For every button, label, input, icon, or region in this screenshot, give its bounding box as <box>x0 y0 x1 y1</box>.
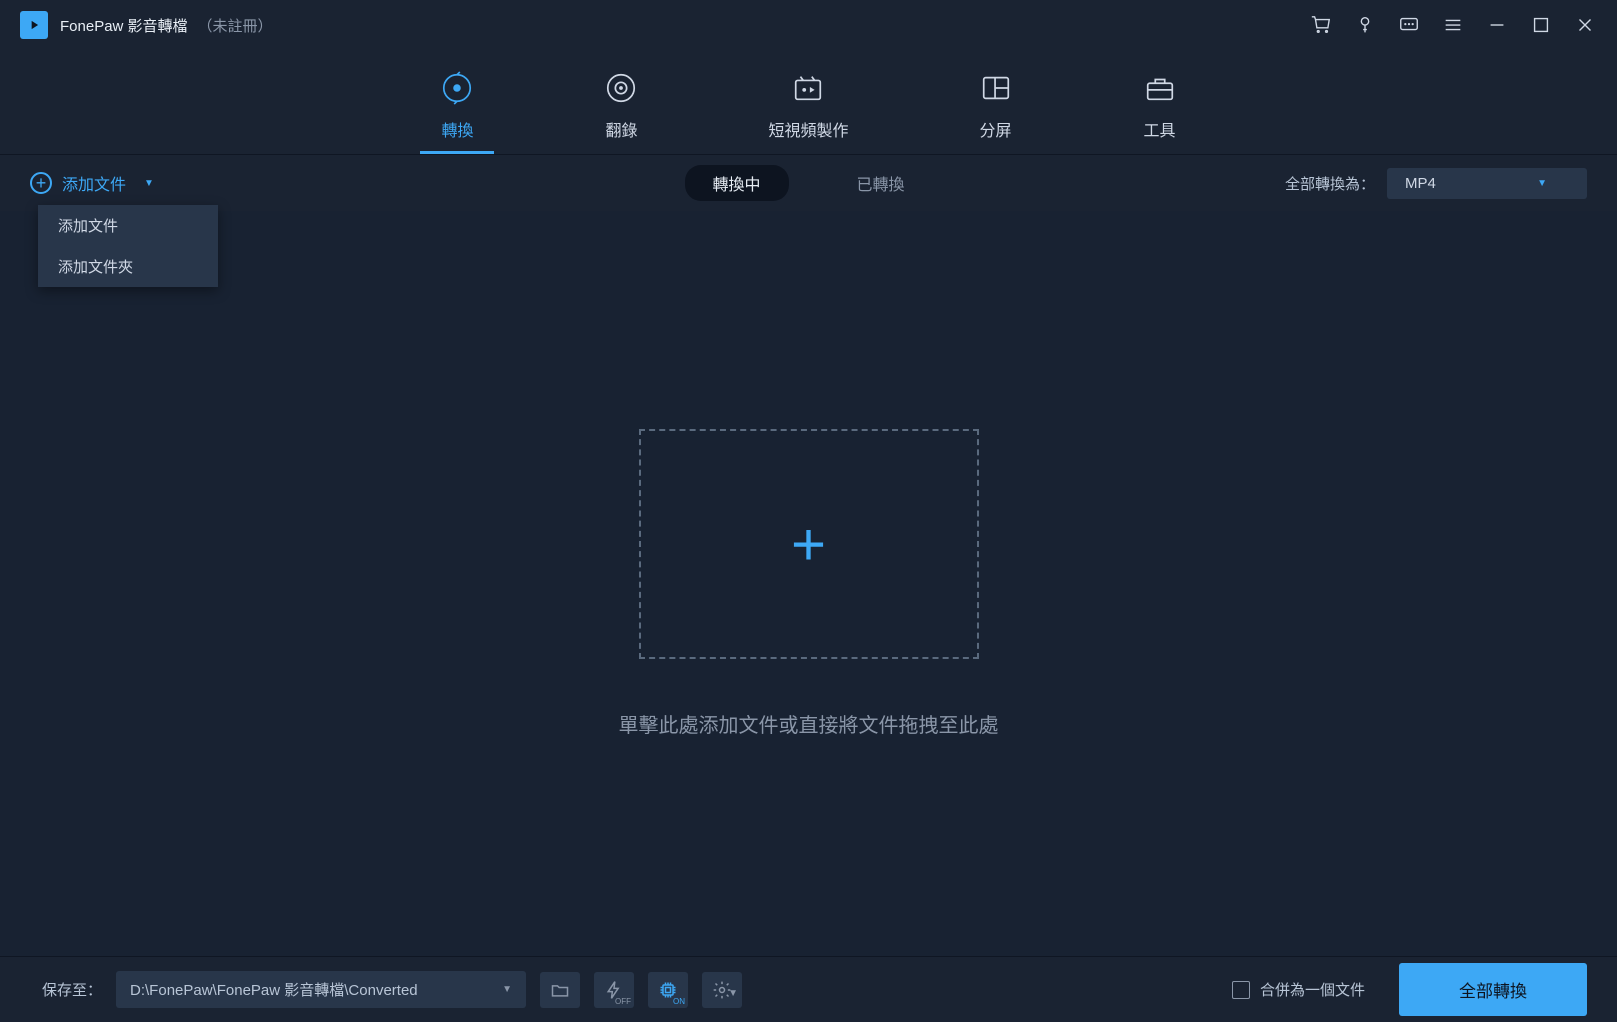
menu-icon[interactable] <box>1441 13 1465 37</box>
merge-label: 合併為一個文件 <box>1260 979 1365 1000</box>
main-tabs: 轉換 翻錄 短視頻製作 分屏 工具 <box>0 50 1617 155</box>
checkbox-icon <box>1232 981 1250 999</box>
cart-icon[interactable] <box>1309 13 1333 37</box>
rip-icon <box>604 71 638 105</box>
add-file-button[interactable]: + 添加文件 ▼ <box>30 171 154 195</box>
add-file-dropdown: 添加文件 添加文件夾 <box>38 205 218 287</box>
app-title: FonePaw 影音轉檔 <box>60 15 188 36</box>
plus-icon: + <box>791 510 826 579</box>
drop-zone[interactable]: + <box>639 429 979 659</box>
split-screen-icon <box>979 71 1013 105</box>
convert-icon <box>440 71 474 105</box>
app-logo <box>20 11 48 39</box>
tab-toolbox[interactable]: 工具 <box>1123 50 1197 154</box>
off-badge: OFF <box>615 998 631 1006</box>
save-path-select[interactable]: D:\FonePaw\FonePaw 影音轉檔\Converted ▼ <box>116 971 526 1008</box>
add-file-label: 添加文件 <box>62 171 126 195</box>
toolbox-icon <box>1143 71 1177 105</box>
chevron-down-icon: ▼ <box>502 984 512 995</box>
gpu-accel-button[interactable]: ON <box>648 972 688 1008</box>
bottom-bar: 保存至： D:\FonePaw\FonePaw 影音轉檔\Converted ▼… <box>0 956 1617 1022</box>
close-icon[interactable] <box>1573 13 1597 37</box>
hw-accel-off-button[interactable]: OFF <box>594 972 634 1008</box>
tab-convert[interactable]: 轉換 <box>420 50 494 154</box>
open-folder-button[interactable] <box>540 972 580 1008</box>
tab-label: 轉換 <box>441 117 473 141</box>
tab-label: 工具 <box>1143 117 1175 141</box>
tab-label: 分屏 <box>979 117 1011 141</box>
registration-status: （未註冊） <box>198 15 273 36</box>
on-badge: ON <box>673 998 685 1006</box>
drop-hint: 單擊此處添加文件或直接將文件拖拽至此處 <box>619 709 999 738</box>
subtab-converting[interactable]: 轉換中 <box>684 165 788 201</box>
chevron-down-icon: ▼ <box>728 988 738 999</box>
tab-label: 短視頻製作 <box>768 117 848 141</box>
convert-all-button[interactable]: 全部轉換 <box>1399 963 1587 1016</box>
minimize-icon[interactable] <box>1485 13 1509 37</box>
dropdown-add-file[interactable]: 添加文件 <box>38 205 218 246</box>
tab-split-screen[interactable]: 分屏 <box>959 50 1033 154</box>
format-select[interactable]: MP4 ▼ <box>1387 168 1587 199</box>
folder-icon <box>550 980 570 1000</box>
format-value: MP4 <box>1405 175 1436 192</box>
chevron-down-icon: ▼ <box>144 178 154 189</box>
convert-all-control: 全部轉換為： MP4 ▼ <box>1285 168 1587 199</box>
feedback-icon[interactable] <box>1397 13 1421 37</box>
maximize-icon[interactable] <box>1529 13 1553 37</box>
subtab-converted[interactable]: 已轉換 <box>829 165 933 201</box>
plus-circle-icon: + <box>30 172 52 194</box>
tab-label: 翻錄 <box>605 117 637 141</box>
main-content: + 單擊此處添加文件或直接將文件拖拽至此處 <box>0 211 1617 956</box>
convert-all-label: 全部轉換為： <box>1285 173 1375 194</box>
tab-video-maker[interactable]: 短視頻製作 <box>748 50 868 154</box>
dropdown-add-folder[interactable]: 添加文件夾 <box>38 246 218 287</box>
save-path-value: D:\FonePaw\FonePaw 影音轉檔\Converted <box>130 979 418 1000</box>
key-icon[interactable] <box>1353 13 1377 37</box>
chevron-down-icon: ▼ <box>1537 178 1547 189</box>
title-bar: FonePaw 影音轉檔 （未註冊） <box>0 0 1617 50</box>
merge-checkbox[interactable]: 合併為一個文件 <box>1232 979 1365 1000</box>
save-to-label: 保存至： <box>42 979 102 1000</box>
sub-tabs: 轉換中 已轉換 <box>684 165 932 201</box>
tab-rip[interactable]: 翻錄 <box>584 50 658 154</box>
video-maker-icon <box>791 71 825 105</box>
settings-button[interactable]: ▼ <box>702 972 742 1008</box>
sub-bar: + 添加文件 ▼ 添加文件 添加文件夾 轉換中 已轉換 全部轉換為： MP4 ▼ <box>0 155 1617 211</box>
